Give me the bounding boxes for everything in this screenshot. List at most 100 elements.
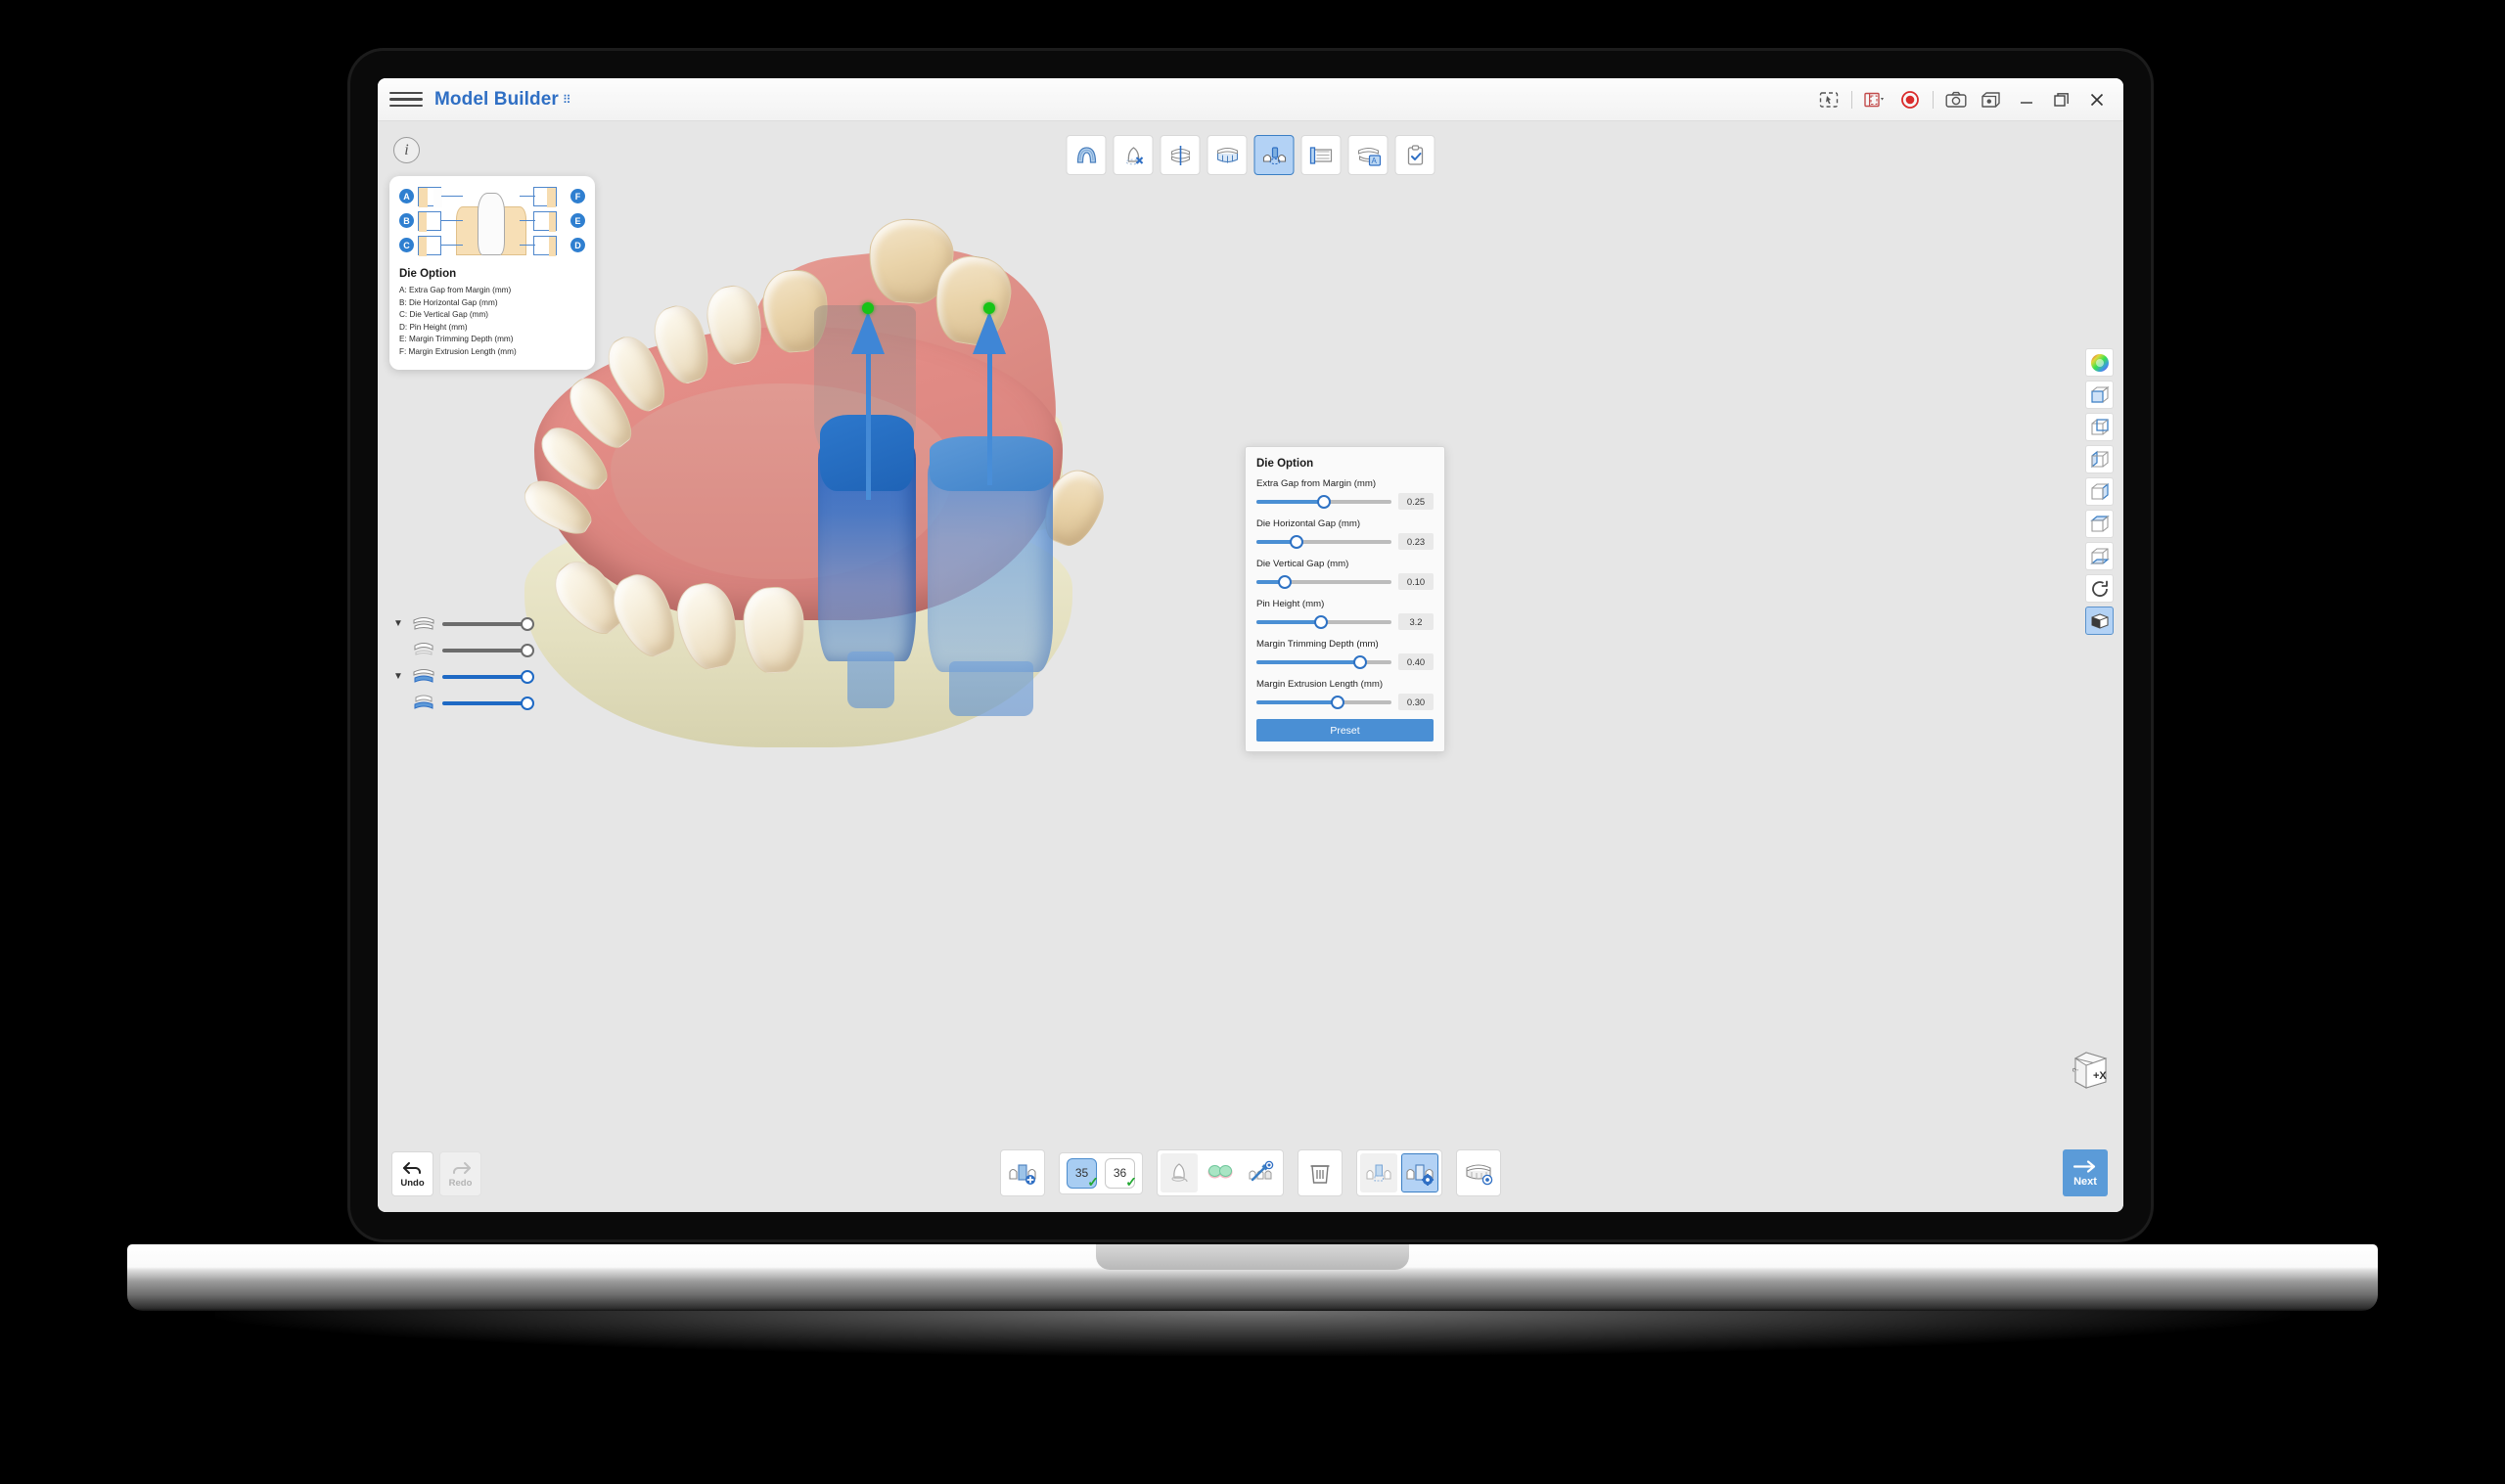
next-button[interactable]: Next	[2063, 1149, 2108, 1196]
tool-base-plate[interactable]	[1207, 135, 1248, 175]
reset-view-button[interactable]	[2085, 574, 2114, 603]
tool-sectioning[interactable]	[1300, 135, 1342, 175]
slider-value: 0.40	[1398, 653, 1434, 670]
viewport-3d[interactable]: i A B C F E D Die Option A: Extra Gap fr…	[378, 121, 2123, 1212]
slider-knob[interactable]	[1317, 494, 1331, 509]
arch-eye-icon[interactable]	[1460, 1153, 1497, 1192]
slider-label: Pin Height (mm)	[1256, 599, 1325, 609]
chevron-down-icon[interactable]: ▼	[391, 618, 405, 629]
undo-button[interactable]: Undo	[391, 1151, 433, 1196]
minimize-icon[interactable]	[2014, 88, 2039, 112]
die-35-pin	[847, 652, 894, 708]
opacity-knob[interactable]	[521, 616, 534, 631]
slider-knob[interactable]	[1330, 695, 1344, 709]
die-preview-button[interactable]	[1360, 1153, 1397, 1192]
legend-badge-d: D	[570, 238, 585, 252]
legend-badge-e: E	[570, 213, 585, 228]
slider-knob[interactable]	[1290, 534, 1304, 549]
chevron-down-icon[interactable]: ▼	[391, 671, 405, 682]
info-button[interactable]: i	[393, 137, 420, 163]
slider-group-horizontal-gap: Die Horizontal Gap (mm) 0.23	[1256, 518, 1434, 550]
slider-track[interactable]	[1256, 695, 1391, 709]
view-left-button[interactable]	[2085, 445, 2114, 473]
both-arches-icon	[410, 613, 437, 635]
single-die-button[interactable]	[1161, 1153, 1198, 1192]
maximize-icon[interactable]	[2049, 88, 2074, 112]
opacity-row-upper-both[interactable]: ▼	[391, 610, 544, 637]
app-window: Model Builder ⠿ i A B C F E D Die Option…	[378, 78, 2123, 1212]
opacity-row-lower-both[interactable]: ▼	[391, 663, 544, 690]
tool-review[interactable]	[1394, 135, 1435, 175]
trash-icon[interactable]	[1301, 1153, 1339, 1192]
slider-knob[interactable]	[1314, 614, 1329, 629]
opacity-knob[interactable]	[521, 643, 534, 657]
opacity-knob[interactable]	[521, 669, 534, 684]
slider-group-margin-extrusion: Margin Extrusion Length (mm) 0.30	[1256, 679, 1434, 710]
pin-marker[interactable]	[983, 302, 995, 314]
slider-track[interactable]	[1256, 494, 1391, 509]
record-icon[interactable]	[1897, 88, 1923, 112]
opacity-track[interactable]	[442, 696, 534, 710]
die-36-pin	[949, 661, 1033, 716]
insertion-arrow-stem	[866, 348, 871, 500]
view-sidebar	[2085, 348, 2114, 635]
slider-group-margin-trimming: Margin Trimming Depth (mm) 0.40	[1256, 639, 1434, 670]
slider-knob[interactable]	[1277, 574, 1292, 589]
close-icon[interactable]	[2084, 88, 2110, 112]
color-wheel-button[interactable]	[2085, 348, 2114, 377]
delete-button[interactable]	[1298, 1149, 1343, 1196]
layout-dropdown-icon[interactable]	[1862, 88, 1888, 112]
slider-knob[interactable]	[1353, 654, 1368, 669]
snapshot-icon[interactable]	[1979, 88, 2004, 112]
die-settings-button[interactable]	[1401, 1153, 1438, 1192]
add-die-icon[interactable]	[1004, 1153, 1041, 1192]
perspective-button[interactable]	[2085, 607, 2114, 635]
tooth-number-35[interactable]: 35 ✓	[1067, 1157, 1099, 1190]
opacity-knob[interactable]	[521, 696, 534, 710]
navigation-cube[interactable]: +X ?	[2063, 1046, 2110, 1093]
tool-articulate[interactable]	[1160, 135, 1201, 175]
opacity-track[interactable]	[442, 669, 534, 684]
legend-connector	[520, 245, 535, 246]
tool-die-option[interactable]	[1253, 135, 1295, 175]
view-bottom-button[interactable]	[2085, 542, 2114, 570]
help-pointer-icon[interactable]	[1816, 88, 1842, 112]
divider	[1851, 90, 1852, 109]
lower-arch-blue-icon	[410, 693, 437, 714]
slider-track[interactable]	[1256, 614, 1391, 629]
tooth-number-label: 36	[1113, 1166, 1127, 1180]
camera-icon[interactable]	[1943, 88, 1969, 112]
view-top-button[interactable]	[2085, 510, 2114, 538]
view-right-button[interactable]	[2085, 477, 2114, 506]
slider-track[interactable]	[1256, 534, 1391, 549]
slider-value: 0.23	[1398, 533, 1434, 550]
opacity-row-upper[interactable]: ▼	[391, 637, 544, 663]
slider-track[interactable]	[1256, 574, 1391, 589]
slider-value: 0.10	[1398, 573, 1434, 590]
tool-tray-base[interactable]	[1066, 135, 1107, 175]
slider-label: Die Vertical Gap (mm)	[1256, 559, 1349, 569]
view-back-button[interactable]	[2085, 413, 2114, 441]
show-model-button[interactable]	[1456, 1149, 1501, 1196]
tooth-number-36[interactable]: 36 ✓	[1105, 1157, 1137, 1190]
legend-line-a: A: Extra Gap from Margin (mm)	[399, 286, 512, 294]
redo-button[interactable]: Redo	[439, 1151, 481, 1196]
opacity-track[interactable]	[442, 616, 534, 631]
title-bar: Model Builder ⠿	[378, 78, 2123, 121]
preset-button[interactable]: Preset	[1256, 719, 1434, 742]
view-front-button[interactable]	[2085, 381, 2114, 409]
opacity-row-lower[interactable]: ▼	[391, 690, 544, 716]
hamburger-icon[interactable]	[389, 91, 423, 108]
legend-connector	[441, 220, 463, 221]
add-die-button[interactable]	[1000, 1149, 1045, 1196]
pin-marker[interactable]	[862, 302, 874, 314]
mandibular-model	[517, 209, 1151, 757]
slider-track[interactable]	[1256, 654, 1391, 669]
insertion-arrow-head	[851, 311, 885, 354]
svg-text:A: A	[1371, 157, 1377, 165]
gingiva-mask-button[interactable]	[1202, 1153, 1239, 1192]
tool-trim-cut[interactable]	[1113, 135, 1154, 175]
opacity-track[interactable]	[442, 643, 534, 657]
tool-label-text[interactable]: A	[1347, 135, 1389, 175]
margin-edit-button[interactable]	[1243, 1153, 1280, 1192]
